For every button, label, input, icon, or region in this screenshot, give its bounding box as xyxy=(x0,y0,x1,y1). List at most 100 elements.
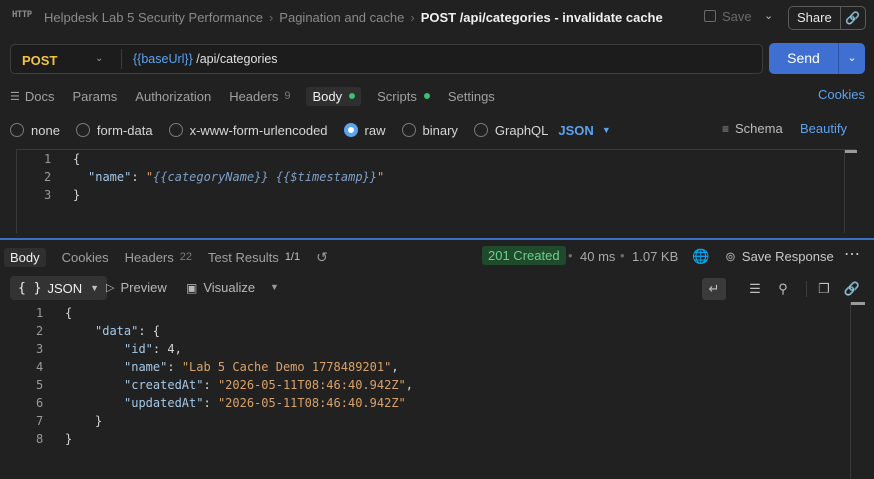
tab-scripts[interactable]: Scripts xyxy=(375,89,432,104)
tab-response-headers[interactable]: Headers 22 xyxy=(125,250,192,265)
save-options-chevron-icon[interactable]: ⌄ xyxy=(764,9,773,22)
schema-button[interactable]: ≡ Schema xyxy=(722,121,783,136)
request-editor-scrollbar[interactable] xyxy=(844,150,857,233)
line-number: 6 xyxy=(36,396,44,410)
code-line: } xyxy=(73,188,81,202)
radio-urlencoded[interactable]: x-www-form-urlencoded xyxy=(168,123,328,138)
radio-icon xyxy=(401,123,416,137)
tab-response-cookies[interactable]: Cookies xyxy=(62,250,109,265)
status-badge[interactable]: 201 Created xyxy=(482,246,566,265)
tab-authorization[interactable]: Authorization xyxy=(133,89,213,104)
json-colon: : xyxy=(167,360,182,374)
radio-form-data-label: form-data xyxy=(96,122,153,138)
save-button[interactable]: Save xyxy=(704,9,752,24)
response-format-label: JSON xyxy=(47,280,83,296)
chevron-down-icon: ▼ xyxy=(601,125,611,135)
json-colon: : xyxy=(203,378,218,392)
code-line: "name": "{{categoryName}} {{$timestamp}}… xyxy=(88,170,384,184)
preview-label: Preview xyxy=(120,280,167,295)
radio-none-label: none xyxy=(31,122,60,138)
test-results-count: 1/1 xyxy=(284,251,301,263)
copy-icon[interactable]: ❐ xyxy=(812,278,836,300)
tab-headers[interactable]: Headers 9 xyxy=(227,89,292,104)
response-editor-scrollbar[interactable] xyxy=(850,302,865,479)
scrollbar-thumb[interactable] xyxy=(845,150,857,153)
response-headers-count: 22 xyxy=(179,251,192,263)
tab-headers-label: Headers xyxy=(229,88,279,104)
send-group: Send ⌄ xyxy=(769,43,865,74)
response-time[interactable]: 40 ms xyxy=(580,249,615,264)
breadcrumb-folder[interactable]: Pagination and cache xyxy=(279,10,404,25)
json-colon: : xyxy=(203,396,218,410)
response-format-select[interactable]: { } JSON ▼ xyxy=(10,276,108,300)
tab-response-body[interactable]: Body xyxy=(4,247,46,267)
method-select[interactable]: POST xyxy=(22,53,57,68)
raw-format-label: JSON xyxy=(558,122,594,138)
filter-icon[interactable]: ☰ xyxy=(743,278,767,300)
schema-label: Schema xyxy=(735,121,783,136)
line-number: 3 xyxy=(44,188,52,202)
beautify-button[interactable]: Beautify xyxy=(800,121,847,136)
cookies-link[interactable]: Cookies xyxy=(818,87,865,102)
radio-raw[interactable]: raw xyxy=(343,123,386,138)
history-icon[interactable]: ↺ xyxy=(316,249,328,266)
radio-graphql-label: GraphQL xyxy=(494,122,549,138)
link-icon[interactable]: 🔗 xyxy=(840,278,864,300)
more-options-icon[interactable]: ⋯ xyxy=(844,244,861,264)
http-request-icon: HTTP xyxy=(12,10,32,20)
line-number: 1 xyxy=(44,152,52,166)
body-type-selector: none form-data x-www-form-urlencoded raw… xyxy=(10,121,611,139)
breadcrumb-collection[interactable]: Helpdesk Lab 5 Security Performance xyxy=(44,10,263,25)
globe-icon[interactable]: 🌐 xyxy=(692,248,709,265)
wrap-lines-icon[interactable]: ↵ xyxy=(702,278,726,300)
visualize-button[interactable]: ▣ Visualize xyxy=(186,280,255,295)
line-number: 4 xyxy=(36,360,44,374)
json-comma: , xyxy=(405,378,414,392)
tab-test-results-label: Test Results xyxy=(208,249,279,265)
tab-test-results[interactable]: Test Results 1/1 xyxy=(208,250,300,265)
code-line: "data": { xyxy=(95,324,160,338)
share-button[interactable]: Share xyxy=(789,7,841,29)
tab-response-headers-label: Headers xyxy=(124,249,174,265)
tab-body[interactable]: Body xyxy=(306,86,362,106)
code-line: } xyxy=(65,432,73,446)
preview-button[interactable]: ▷ Preview xyxy=(106,280,167,295)
search-icon[interactable]: ⚲ xyxy=(771,278,795,300)
tab-body-label: Body xyxy=(312,88,343,104)
top-bar: HTTP Helpdesk Lab 5 Security Performance… xyxy=(0,0,874,36)
scrollbar-thumb[interactable] xyxy=(851,302,865,305)
send-button[interactable]: Send xyxy=(769,43,839,74)
chevron-down-icon[interactable]: ▼ xyxy=(270,282,279,292)
send-options-chevron-icon[interactable]: ⌄ xyxy=(839,43,865,74)
raw-format-select[interactable]: JSON ▼ xyxy=(558,123,610,138)
response-size[interactable]: 1.07 KB xyxy=(632,249,678,264)
chevron-down-icon[interactable]: ⌄ xyxy=(95,53,103,64)
tab-settings[interactable]: Settings xyxy=(446,89,497,104)
line-number: 3 xyxy=(36,342,44,356)
pane-splitter[interactable] xyxy=(0,238,874,240)
tab-docs[interactable]: ☰ Docs xyxy=(8,89,57,104)
headers-count: 9 xyxy=(284,90,291,102)
radio-graphql[interactable]: GraphQL xyxy=(473,122,549,138)
save-response-button[interactable]: ⊚ Save Response xyxy=(725,249,834,265)
line-number: 7 xyxy=(36,414,44,428)
radio-binary[interactable]: binary xyxy=(401,123,458,138)
radio-icon xyxy=(75,123,90,137)
url-input[interactable]: {{baseUrl}} /api/categories xyxy=(133,52,278,66)
scripts-indicator-dot xyxy=(423,93,430,99)
tab-params[interactable]: Params xyxy=(71,89,120,104)
json-key: "id" xyxy=(124,342,153,356)
radio-none[interactable]: none xyxy=(10,123,60,138)
code-line: { xyxy=(65,306,73,320)
json-key: "updatedAt" xyxy=(124,396,204,410)
radio-form-data[interactable]: form-data xyxy=(75,122,153,138)
save-icon xyxy=(704,10,716,22)
url-path: /api/categories xyxy=(192,52,278,66)
request-name[interactable]: POST /api/categories - invalidate cache xyxy=(421,10,663,25)
json-string: "2026-05-11T08:46:40.942Z" xyxy=(217,396,406,410)
request-body-editor[interactable]: 1 2 3 { "name": "{{categoryName}} {{$tim… xyxy=(16,149,856,233)
line-number: 5 xyxy=(36,378,44,392)
copy-link-icon[interactable]: 🔗 xyxy=(841,7,865,29)
breadcrumb: Helpdesk Lab 5 Security Performance › Pagi… xyxy=(44,10,663,25)
line-number: 1 xyxy=(36,306,44,320)
